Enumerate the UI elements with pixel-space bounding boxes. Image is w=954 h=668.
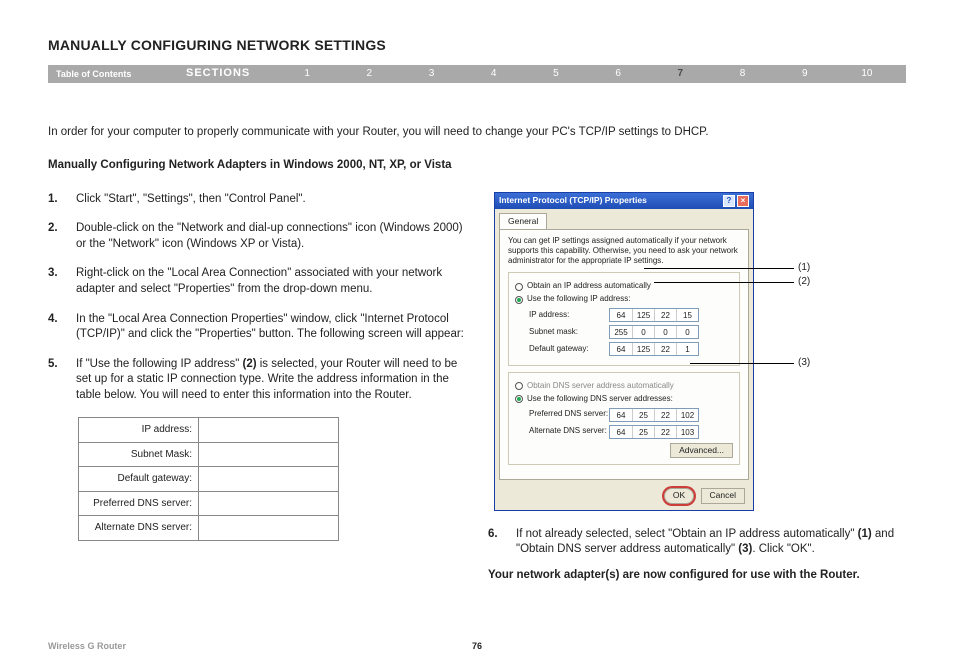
cancel-button[interactable]: Cancel: [701, 488, 745, 503]
subnet-field[interactable]: 255000: [609, 325, 699, 339]
nav-8[interactable]: 8: [711, 67, 773, 81]
dialog-titlebar: Internet Protocol (TCP/IP) Properties ? …: [495, 193, 753, 209]
blank-subnet-cell[interactable]: [199, 442, 339, 467]
nav-6[interactable]: 6: [587, 67, 649, 81]
adns-field[interactable]: 642522103: [609, 425, 699, 439]
nav-7[interactable]: 7: [649, 67, 711, 81]
nav-3[interactable]: 3: [400, 67, 462, 81]
blank-pdns-cell[interactable]: [199, 491, 339, 516]
callout-1: (1): [798, 261, 810, 275]
blank-ip-cell[interactable]: [199, 418, 339, 443]
ok-button[interactable]: OK: [664, 488, 694, 503]
blank-gateway-cell[interactable]: [199, 467, 339, 492]
pdns-field[interactable]: 642522102: [609, 408, 699, 422]
step-6: If not already selected, select "Obtain …: [516, 527, 906, 558]
section-nav: Table of Contents SECTIONS 1 2 3 4 5 6 7…: [48, 65, 906, 83]
final-note: Your network adapter(s) are now configur…: [488, 568, 906, 584]
step-num-5: 5.: [48, 357, 62, 404]
nav-2[interactable]: 2: [338, 67, 400, 81]
sections-label: SECTIONS: [186, 66, 276, 81]
tcpip-dialog: Internet Protocol (TCP/IP) Properties ? …: [494, 192, 754, 511]
blank-adns-label: Alternate DNS server:: [79, 516, 199, 541]
page-footer: Wireless G Router 76: [48, 640, 906, 652]
step-num-3: 3.: [48, 266, 62, 297]
step-2: Double-click on the "Network and dial-up…: [76, 221, 468, 252]
radio-static-dns[interactable]: Use the following DNS server addresses:: [515, 394, 733, 405]
intro-text: In order for your computer to properly c…: [48, 125, 906, 141]
step-num-2: 2.: [48, 221, 62, 252]
blank-entry-table: IP address: Subnet Mask: Default gateway…: [78, 417, 339, 541]
ip-field[interactable]: 641252215: [609, 308, 699, 322]
subnet-label: Subnet mask:: [529, 327, 609, 338]
blank-adns-cell[interactable]: [199, 516, 339, 541]
help-icon[interactable]: ?: [723, 195, 735, 207]
step-num-4: 4.: [48, 312, 62, 343]
callout-line-3: [690, 363, 794, 364]
page-title: MANUALLY CONFIGURING NETWORK SETTINGS: [48, 36, 906, 55]
step-num-6: 6.: [488, 527, 502, 558]
close-icon[interactable]: ×: [737, 195, 749, 207]
step-4: In the "Local Area Connection Properties…: [76, 312, 468, 343]
blank-ip-label: IP address:: [79, 418, 199, 443]
blank-pdns-label: Preferred DNS server:: [79, 491, 199, 516]
nav-10[interactable]: 10: [836, 67, 898, 81]
gateway-label: Default gateway:: [529, 344, 609, 355]
footer-product: Wireless G Router: [48, 640, 126, 652]
nav-1[interactable]: 1: [276, 67, 338, 81]
radio-auto-dns[interactable]: Obtain DNS server address automatically: [515, 381, 733, 392]
blank-gateway-label: Default gateway:: [79, 467, 199, 492]
dialog-description: You can get IP settings assigned automat…: [508, 236, 740, 266]
step-3: Right-click on the "Local Area Connectio…: [76, 266, 468, 297]
nav-4[interactable]: 4: [463, 67, 525, 81]
adns-label: Alternate DNS server:: [529, 426, 609, 437]
callout-3: (3): [798, 356, 810, 370]
subheading: Manually Configuring Network Adapters in…: [48, 158, 906, 174]
step-5: If "Use the following IP address" (2) is…: [76, 357, 468, 404]
gateway-field[interactable]: 64125221: [609, 342, 699, 356]
dialog-title: Internet Protocol (TCP/IP) Properties: [499, 195, 647, 206]
nav-5[interactable]: 5: [525, 67, 587, 81]
radio-auto-ip[interactable]: Obtain an IP address automatically: [515, 281, 733, 292]
advanced-button[interactable]: Advanced...: [670, 443, 733, 458]
callout-line-2: [654, 282, 794, 283]
page-number: 76: [472, 640, 482, 652]
callout-2: (2): [798, 275, 810, 289]
callout-line-1: [644, 268, 794, 269]
general-tab[interactable]: General: [499, 213, 547, 229]
blank-subnet-label: Subnet Mask:: [79, 442, 199, 467]
step-num-1: 1.: [48, 192, 62, 208]
radio-static-ip[interactable]: Use the following IP address:: [515, 294, 733, 305]
pdns-label: Preferred DNS server:: [529, 409, 609, 420]
ip-label: IP address:: [529, 310, 609, 321]
toc-label[interactable]: Table of Contents: [56, 68, 186, 80]
nav-9[interactable]: 9: [774, 67, 836, 81]
step-1: Click "Start", "Settings", then "Control…: [76, 192, 306, 208]
